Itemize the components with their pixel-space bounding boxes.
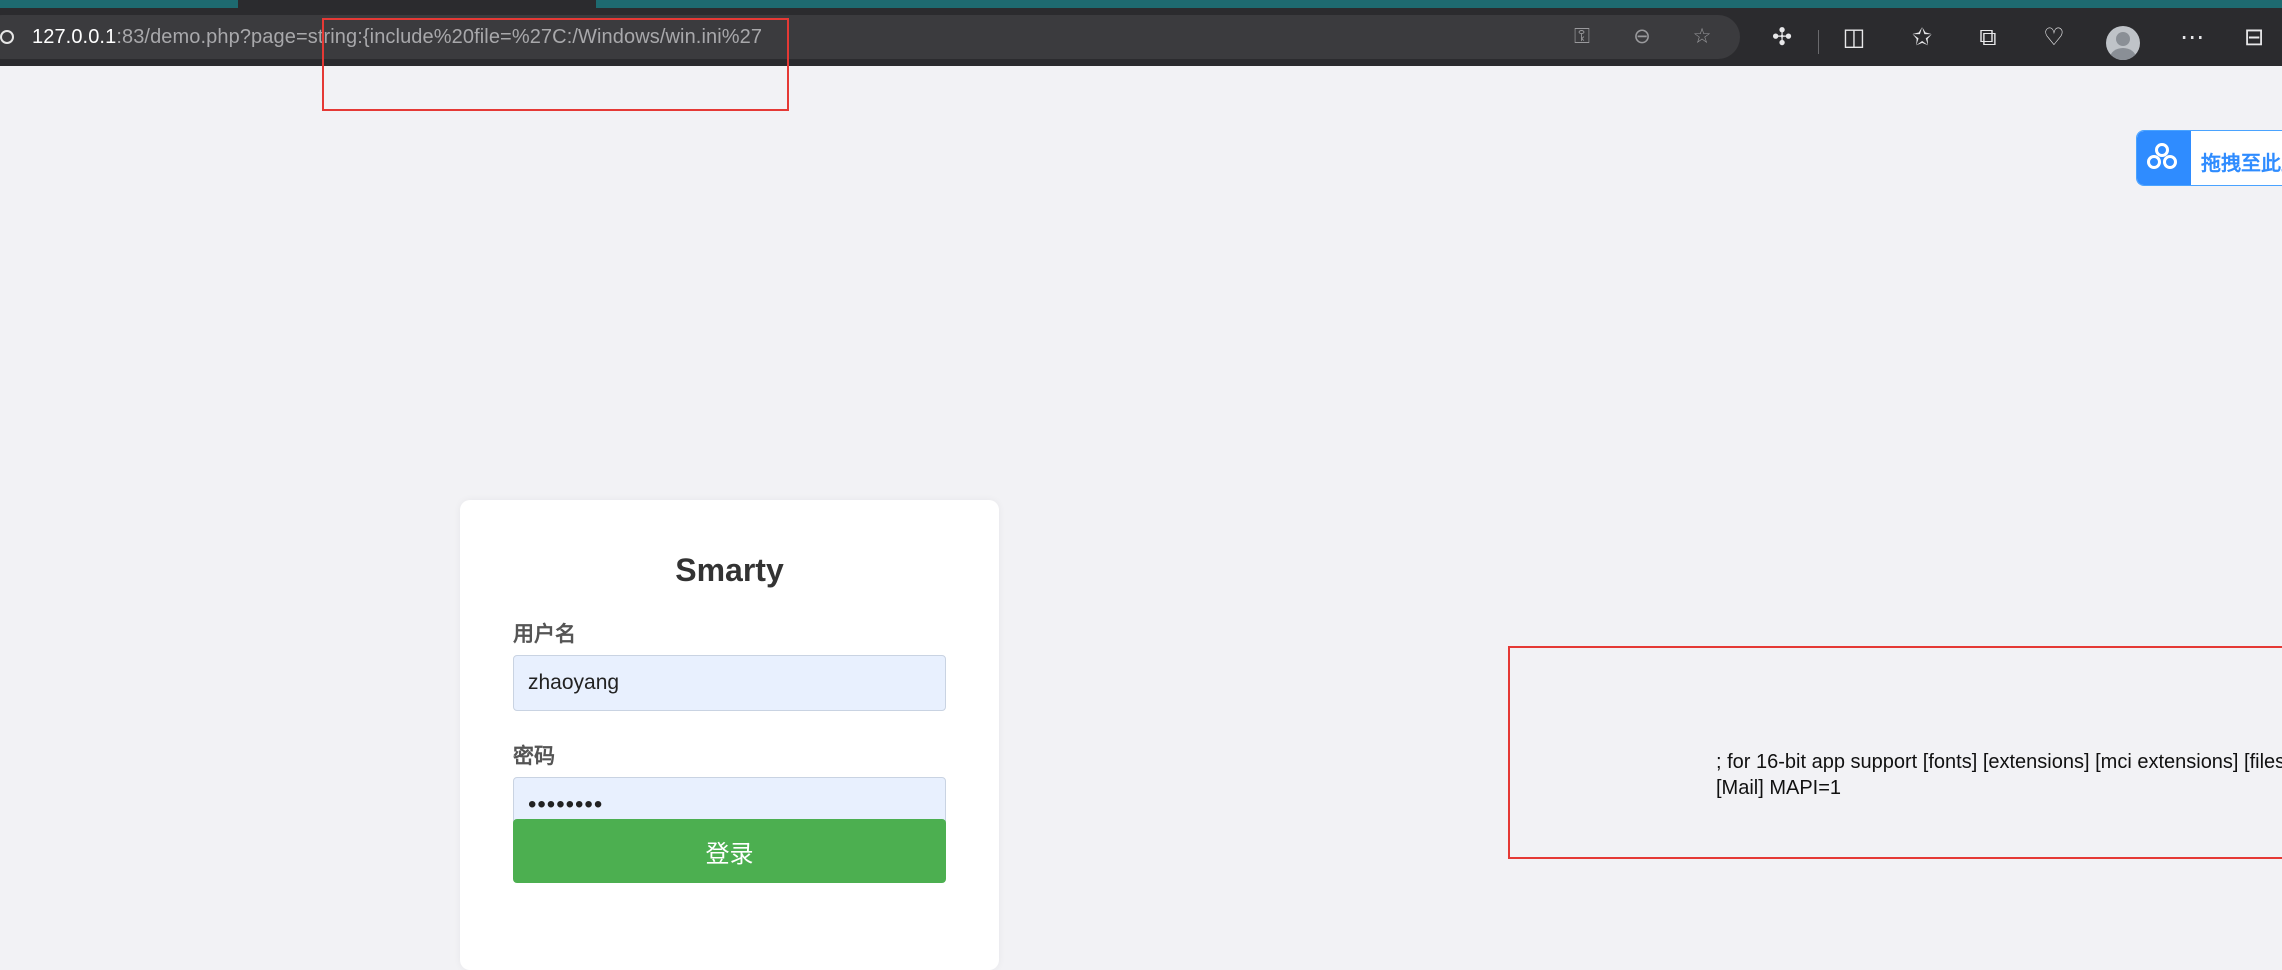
- url-path: :83/demo.php?page=string:{include%20file…: [116, 26, 763, 48]
- browser-essentials-icon[interactable]: ♡: [2040, 24, 2068, 52]
- key-icon[interactable]: ⚿: [1570, 25, 1594, 49]
- tab-strip: [0, 0, 2282, 8]
- netdisk-upload-label: 拖拽至此上传: [2201, 153, 2282, 175]
- extensions-icon[interactable]: ✣: [1768, 24, 1796, 52]
- included-file-output: ; for 16-bit app support [fonts] [extens…: [1716, 751, 2282, 799]
- username-input[interactable]: [513, 655, 946, 711]
- address-bar[interactable]: 127.0.0.1:83/demo.php?page=string:{inclu…: [0, 15, 1740, 59]
- browser-toolbar: 127.0.0.1:83/demo.php?page=string:{inclu…: [0, 8, 2282, 66]
- url-host: 127.0.0.1: [32, 26, 117, 48]
- more-menu-icon[interactable]: ⋯: [2178, 24, 2206, 52]
- split-screen-icon[interactable]: ◫: [1840, 24, 1868, 52]
- password-label: 密码: [513, 745, 555, 768]
- login-card: Smarty 用户名 密码 登录: [460, 500, 999, 970]
- netdisk-cloud-icon: [2137, 131, 2191, 185]
- profile-avatar[interactable]: [2106, 26, 2140, 60]
- favorites-icon[interactable]: ✩: [1908, 24, 1936, 52]
- sidebar-toggle-icon[interactable]: ⊟: [2240, 24, 2268, 52]
- favorite-star-icon[interactable]: ☆: [1690, 25, 1714, 49]
- toolbar-divider: [1818, 30, 1819, 54]
- username-label: 用户名: [513, 623, 576, 646]
- netdisk-upload-widget[interactable]: 拖拽至此上传: [2136, 130, 2282, 186]
- zoom-out-icon[interactable]: ⊖: [1630, 25, 1654, 49]
- login-button[interactable]: 登录: [513, 819, 946, 883]
- collections-icon[interactable]: ⧉: [1974, 24, 2002, 52]
- login-title: Smarty: [675, 552, 784, 588]
- active-tab[interactable]: [238, 0, 596, 8]
- site-info-icon[interactable]: [0, 30, 14, 44]
- address-bar-url[interactable]: 127.0.0.1:83/demo.php?page=string:{inclu…: [32, 26, 762, 49]
